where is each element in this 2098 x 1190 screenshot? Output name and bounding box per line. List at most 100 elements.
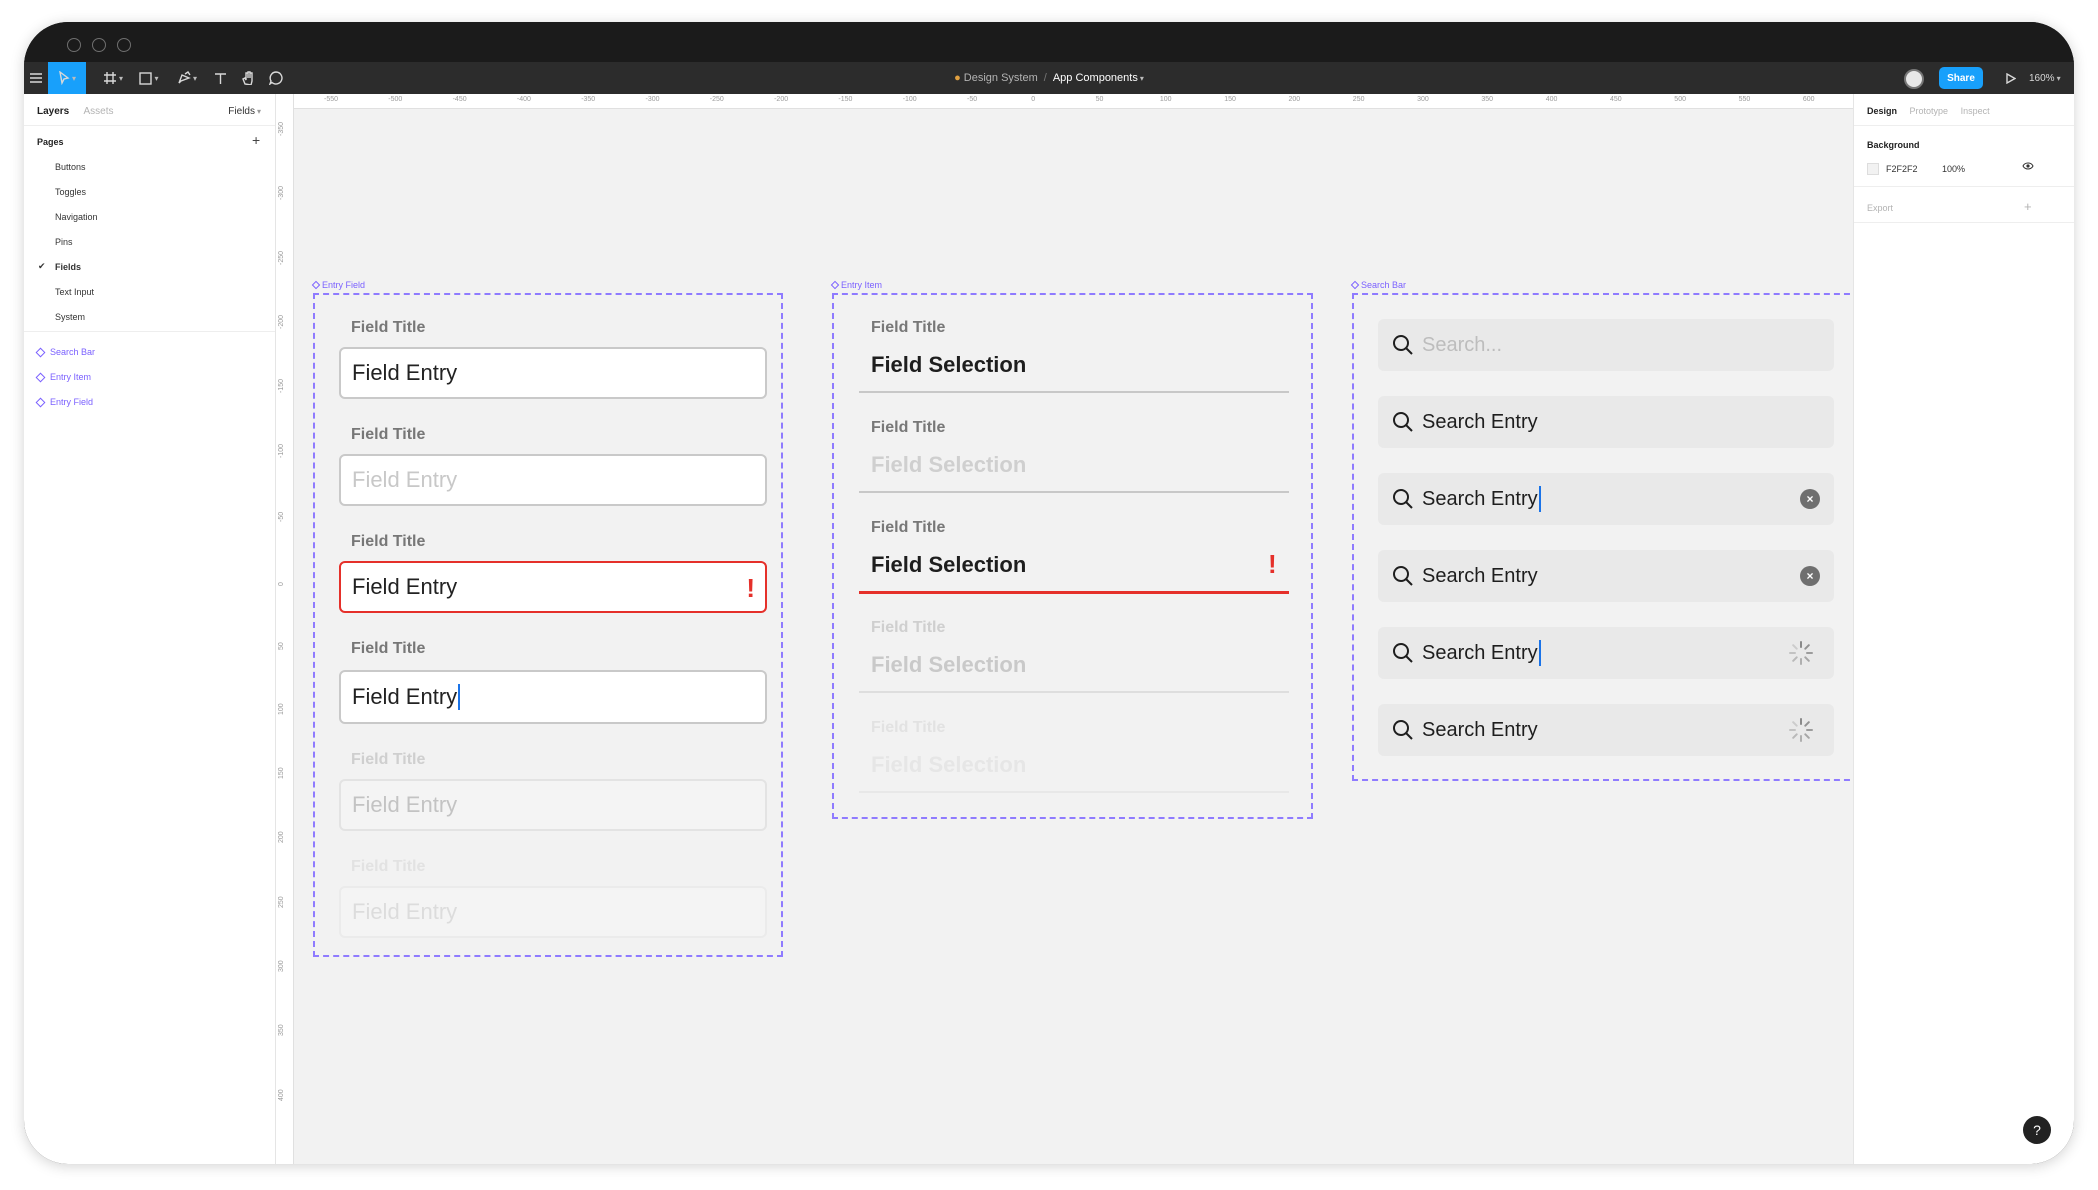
field-entry-input[interactable]: Field Entry bbox=[339, 347, 767, 399]
clear-icon[interactable]: × bbox=[1800, 489, 1820, 509]
chevron-down-icon[interactable]: ▾ bbox=[1140, 74, 1144, 83]
search-bar-frame[interactable]: Search... Search Entry Search Entry × Se… bbox=[1352, 293, 1860, 781]
text-cursor bbox=[1538, 640, 1541, 666]
entry-field-frame[interactable]: Field Title Field Entry Field Title Fiel… bbox=[313, 293, 783, 957]
breadcrumb-file[interactable]: App Components bbox=[1053, 72, 1138, 84]
divider bbox=[1854, 125, 2074, 126]
loading-spinner-icon bbox=[1789, 641, 1813, 665]
frame-icon bbox=[103, 72, 116, 84]
help-button[interactable]: ? bbox=[2023, 1116, 2051, 1144]
field-title: Field Title bbox=[871, 719, 946, 736]
ruler-tick-label: -550 bbox=[324, 96, 339, 103]
field-entry-input-placeholder[interactable]: Field Entry bbox=[339, 454, 767, 506]
ruler-tick-label: 350 bbox=[1481, 96, 1494, 103]
text-cursor bbox=[1538, 486, 1541, 512]
tab-prototype[interactable]: Prototype bbox=[1910, 106, 1949, 116]
title-bar bbox=[24, 22, 2074, 62]
window-close-button[interactable] bbox=[67, 38, 81, 52]
search-input-filled[interactable]: Search Entry bbox=[1378, 396, 1834, 448]
search-value: Search Entry bbox=[1422, 410, 1538, 433]
pages-heading: Pages bbox=[37, 137, 64, 147]
ruler-tick-label: 550 bbox=[1738, 96, 1751, 103]
hand-tool-button[interactable] bbox=[236, 62, 260, 94]
tab-layers[interactable]: Layers bbox=[37, 106, 69, 117]
frame-label-entry-field[interactable]: Entry Field bbox=[311, 280, 365, 290]
background-hex-input[interactable]: F2F2F2 bbox=[1886, 164, 1918, 174]
field-entry-input-disabled[interactable]: Field Entry bbox=[339, 779, 767, 831]
tab-inspect[interactable]: Inspect bbox=[1961, 106, 1990, 116]
layer-item-search-bar[interactable]: Search Bar bbox=[35, 347, 95, 357]
shape-tool-button[interactable]: ▾ bbox=[134, 62, 164, 94]
frame-label-search-bar[interactable]: Search Bar bbox=[1350, 280, 1406, 290]
window-minimize-button[interactable] bbox=[92, 38, 106, 52]
pen-tool-button[interactable]: ▾ bbox=[172, 62, 202, 94]
add-page-icon[interactable]: + bbox=[252, 132, 260, 148]
window-zoom-button[interactable] bbox=[117, 38, 131, 52]
field-selection-inactive[interactable]: Field Selection bbox=[871, 752, 1026, 778]
move-tool-button[interactable]: ▾ bbox=[48, 62, 86, 94]
ruler-tick-label: -250 bbox=[278, 250, 285, 265]
frame-label-text: Entry Item bbox=[841, 280, 883, 290]
selection-underline bbox=[859, 791, 1289, 793]
eye-icon[interactable] bbox=[2022, 161, 2034, 173]
page-switcher[interactable]: Fields ▾ bbox=[228, 106, 261, 117]
project-icon: ● bbox=[954, 72, 961, 84]
ruler-tick-label: -100 bbox=[902, 96, 917, 103]
page-item-buttons[interactable]: Buttons bbox=[55, 162, 86, 172]
present-play-icon[interactable] bbox=[2001, 62, 2021, 94]
page-item-system[interactable]: System bbox=[55, 312, 85, 322]
comment-tool-button[interactable] bbox=[264, 62, 288, 94]
divider bbox=[1854, 186, 2074, 187]
page-item-navigation[interactable]: Navigation bbox=[55, 212, 98, 222]
text-cursor bbox=[458, 684, 461, 710]
share-button[interactable]: Share bbox=[1939, 67, 1983, 89]
ruler-tick-label: -500 bbox=[388, 96, 403, 103]
tab-assets[interactable]: Assets bbox=[83, 106, 113, 117]
layer-item-entry-item[interactable]: Entry Item bbox=[35, 372, 91, 382]
error-icon: ! bbox=[1268, 549, 1277, 579]
search-input-empty[interactable]: Search... bbox=[1378, 319, 1834, 371]
layer-item-entry-field[interactable]: Entry Field bbox=[35, 397, 93, 407]
page-item-text-input[interactable]: Text Input bbox=[55, 287, 94, 297]
ruler-tick-label: 250 bbox=[1352, 96, 1365, 103]
search-icon bbox=[1393, 566, 1413, 586]
search-input-clearable[interactable]: Search Entry × bbox=[1378, 550, 1834, 602]
add-export-icon[interactable]: + bbox=[2024, 199, 2032, 214]
field-entry-input-focused[interactable]: Field Entry bbox=[339, 670, 767, 724]
ruler-tick-label: -300 bbox=[645, 96, 660, 103]
breadcrumb-project[interactable]: Design System bbox=[964, 72, 1038, 84]
search-value: Search Entry bbox=[1422, 564, 1538, 587]
field-selection-placeholder[interactable]: Field Selection bbox=[871, 452, 1026, 478]
tab-design[interactable]: Design bbox=[1867, 106, 1897, 116]
field-entry-input-error[interactable]: Field Entry ! bbox=[339, 561, 767, 613]
background-color-swatch[interactable] bbox=[1867, 163, 1879, 175]
text-tool-button[interactable] bbox=[208, 62, 232, 94]
ruler-tick-label: -400 bbox=[516, 96, 531, 103]
page-item-pins[interactable]: Pins bbox=[55, 237, 73, 247]
breadcrumb-separator: / bbox=[1043, 72, 1047, 84]
page-item-fields[interactable]: Fields bbox=[55, 262, 81, 272]
entry-item-frame[interactable]: Field Title Field Selection Field Title … bbox=[832, 293, 1313, 819]
search-input-loading[interactable]: Search Entry bbox=[1378, 704, 1834, 756]
ruler-tick-label: 50 bbox=[1095, 96, 1104, 103]
page-item-toggles[interactable]: Toggles bbox=[55, 187, 86, 197]
field-selection-error[interactable]: Field Selection bbox=[871, 552, 1026, 578]
field-entry-input-inactive[interactable]: Field Entry bbox=[339, 886, 767, 938]
zoom-dropdown[interactable]: 160% ▾ bbox=[2029, 62, 2061, 94]
field-selection-disabled[interactable]: Field Selection bbox=[871, 652, 1026, 678]
field-selection[interactable]: Field Selection bbox=[871, 352, 1026, 378]
field-title: Field Title bbox=[351, 640, 426, 657]
search-input-typing[interactable]: Search Entry × bbox=[1378, 473, 1834, 525]
field-title: Field Title bbox=[871, 519, 946, 536]
avatar[interactable] bbox=[1904, 69, 1924, 89]
frame-tool-button[interactable]: ▾ bbox=[98, 62, 128, 94]
search-input-loading-typing[interactable]: Search Entry bbox=[1378, 627, 1834, 679]
background-opacity-input[interactable]: 100% bbox=[1942, 164, 1965, 174]
frame-label-entry-item[interactable]: Entry Item bbox=[830, 280, 883, 290]
canvas[interactable]: Entry Field Field Title Field Entry Fiel… bbox=[294, 109, 1860, 1164]
main-menu-icon[interactable] bbox=[24, 62, 48, 94]
ruler-tick-label: 450 bbox=[1610, 96, 1622, 103]
clear-icon[interactable]: × bbox=[1800, 566, 1820, 586]
search-value: Search Entry bbox=[1422, 718, 1538, 741]
toolbar: ▾ ▾ ▾ ▾ bbox=[24, 62, 2074, 94]
